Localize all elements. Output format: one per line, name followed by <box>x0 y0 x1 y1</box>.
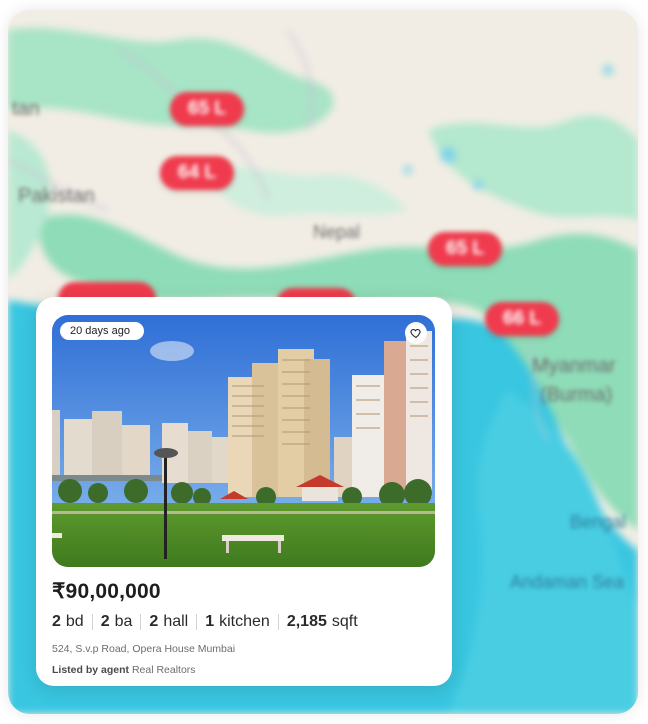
map-price-pin[interactable]: 64 L <box>160 156 235 190</box>
listed-by-label: Listed by agent <box>52 664 130 676</box>
spec-unit: hall <box>163 613 189 630</box>
listing-price: ₹90,00,000 <box>52 580 161 603</box>
spec-kitchens: 1 kitchen <box>197 613 278 631</box>
spec-value: 2 <box>52 613 61 630</box>
agent-name: Real Realtors <box>131 664 196 676</box>
spec-value: 1 <box>205 613 215 630</box>
map-price-pin[interactable]: 65 L <box>170 92 245 126</box>
posted-age-badge: 20 days ago <box>60 322 144 340</box>
property-address: 524, S.v.p Road, Opera House Mumbai <box>52 643 236 655</box>
property-specs: 2 bd 2 ba 2 hall 1 kitchen 2,185 sqft <box>52 613 366 631</box>
property-card[interactable]: 20 days ago ₹90,00,000 2 bd 2 ba 2 hall … <box>36 297 452 686</box>
spec-value: 2,185 <box>286 613 327 630</box>
map-price-pin[interactable]: 65 L <box>428 232 503 266</box>
map-price-pin[interactable]: 66 L <box>485 302 560 336</box>
property-photo-illustration <box>52 315 435 567</box>
favorite-button[interactable] <box>405 322 427 344</box>
spec-bedrooms: 2 bd <box>52 613 92 631</box>
spec-bathrooms: 2 ba <box>93 613 141 631</box>
listed-by: Listed by agent Real Realtors <box>52 664 196 676</box>
spec-unit: bd <box>65 613 84 630</box>
heart-outline-icon <box>410 328 421 339</box>
spec-unit: sqft <box>331 613 358 630</box>
spec-value: 2 <box>100 613 110 630</box>
spec-value: 2 <box>149 613 159 630</box>
spec-halls: 2 hall <box>141 613 196 631</box>
spec-unit: kitchen <box>219 613 270 630</box>
property-photo[interactable]: 20 days ago <box>52 315 435 567</box>
spec-area: 2,185 sqft <box>279 613 366 631</box>
spec-unit: ba <box>114 613 133 630</box>
